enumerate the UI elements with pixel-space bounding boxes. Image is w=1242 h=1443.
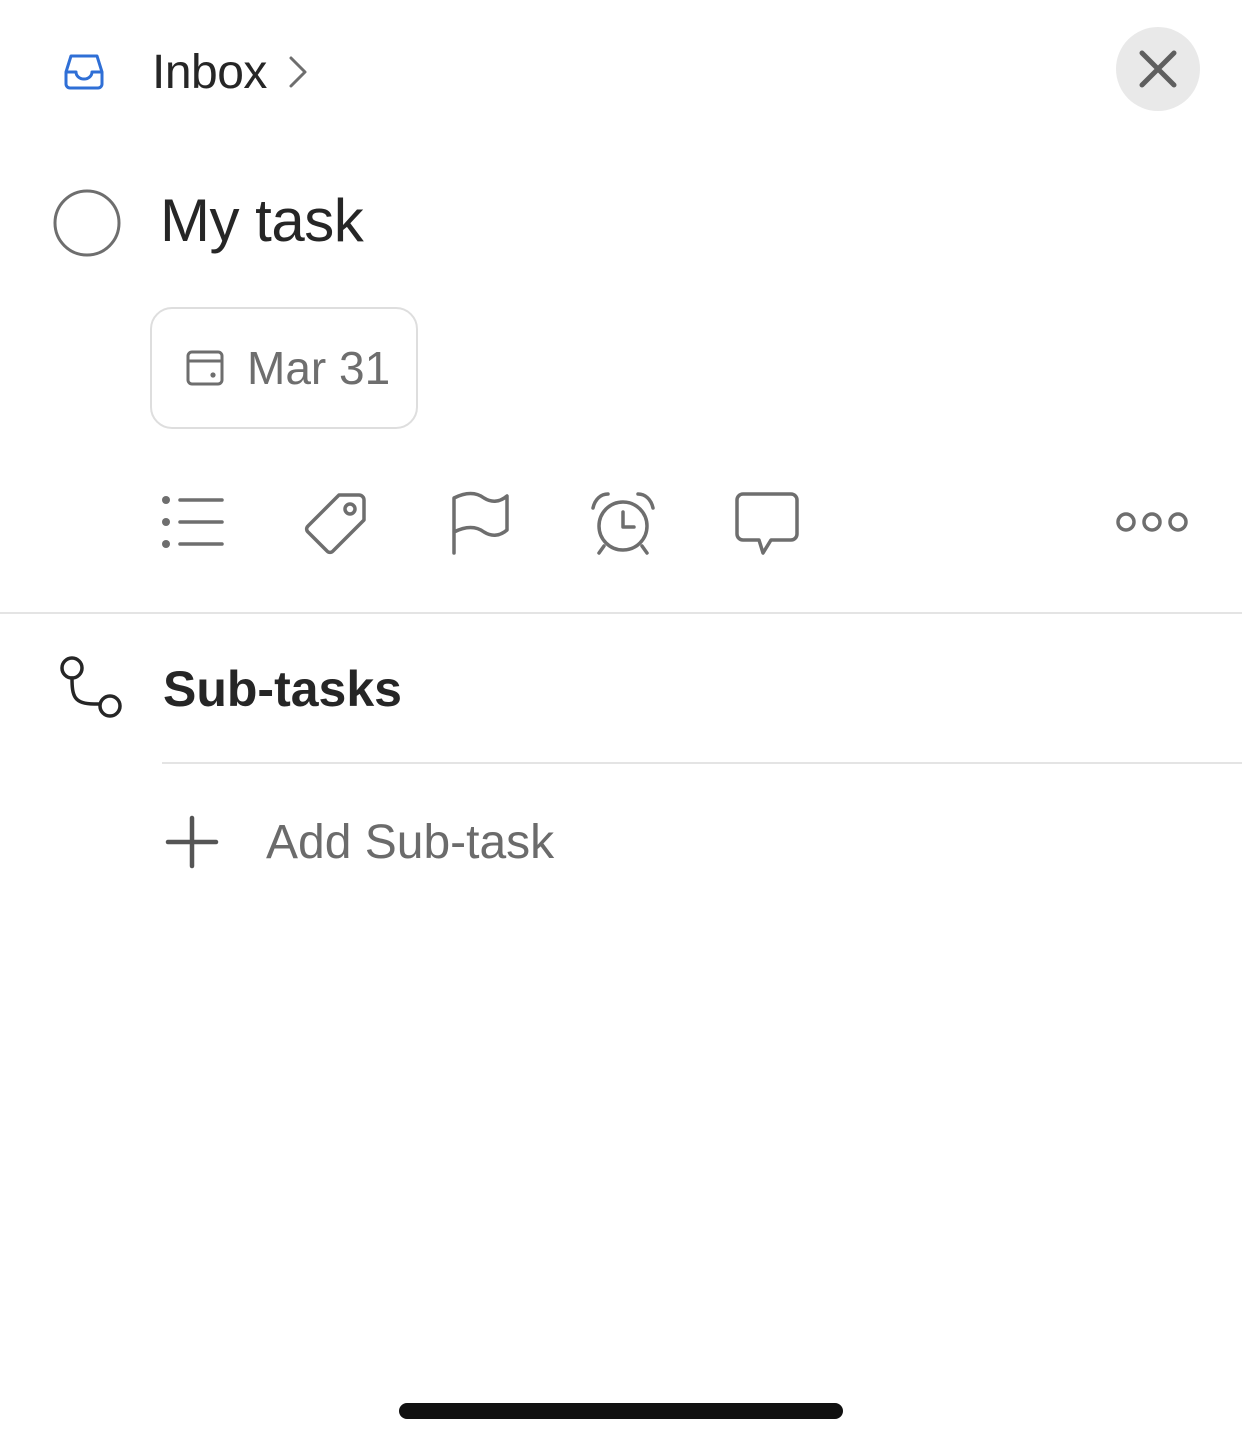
task-complete-checkbox[interactable] [53, 189, 121, 257]
due-date-label: Mar 31 [247, 342, 391, 394]
close-icon [1139, 50, 1177, 88]
tag-icon[interactable] [301, 490, 369, 558]
plus-icon [165, 815, 219, 869]
project-name: Inbox [152, 45, 267, 99]
more-icon[interactable] [1114, 490, 1188, 558]
task-title[interactable]: My task [160, 186, 364, 255]
add-subtask-button[interactable]: Add Sub-task [160, 804, 554, 880]
subtasks-heading: Sub-tasks [163, 661, 402, 717]
chevron-right-icon [287, 54, 309, 90]
comment-icon[interactable] [733, 490, 801, 558]
subtasks-icon [56, 656, 124, 724]
due-date-chip[interactable]: Mar 31 [150, 307, 418, 429]
close-button[interactable] [1116, 27, 1200, 111]
home-indicator[interactable] [399, 1403, 843, 1419]
calendar-icon [186, 350, 224, 386]
add-subtask-label: Add Sub-task [266, 815, 555, 869]
inbox-icon [62, 50, 106, 94]
subtasks-divider [162, 762, 1242, 764]
list-icon[interactable] [158, 490, 226, 558]
section-divider [0, 612, 1242, 614]
project-breadcrumb[interactable]: Inbox [152, 40, 309, 104]
flag-icon[interactable] [446, 490, 514, 558]
alarm-icon[interactable] [589, 490, 657, 558]
